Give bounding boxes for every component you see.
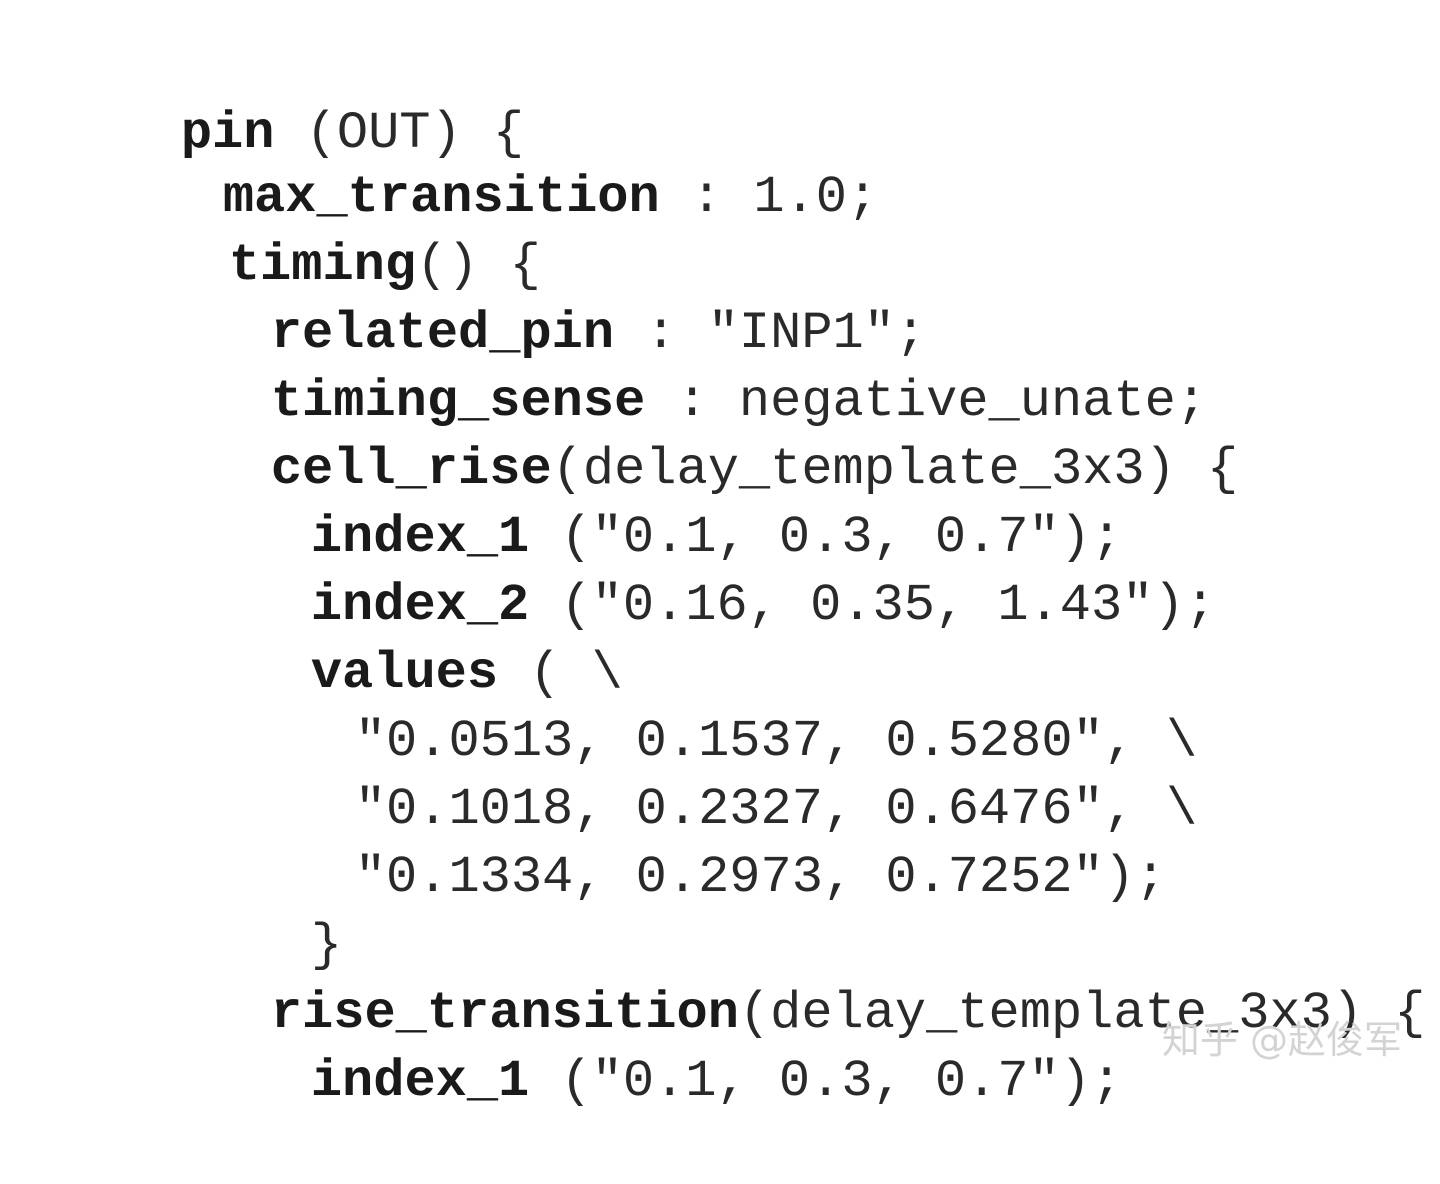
code-line-values: values ( \ xyxy=(186,572,623,703)
code-line-pin: pin (OUT) { xyxy=(56,32,524,163)
code-line-timing: timing() { xyxy=(104,164,541,295)
code-line-rise-transition: rise_transition(delay_template_3x3) { xyxy=(146,912,1426,1043)
code-line-close-brace: } xyxy=(186,844,342,975)
code-line-related-pin: related_pin : "INP1"; xyxy=(146,232,926,363)
code-line-values-row-3: "0.1334, 0.2973, 0.7252"); xyxy=(230,776,1166,907)
code-text: "0.1334, 0.2973, 0.7252"); xyxy=(354,848,1167,907)
code-line-timing-sense: timing_sense : negative_unate; xyxy=(146,300,1207,431)
code-line-values-row-2: "0.1018, 0.2327, 0.6476", \ xyxy=(230,708,1198,839)
code-line-index-2: index_2 ("0.16, 0.35, 1.43"); xyxy=(186,504,1216,635)
keyword: index_1 xyxy=(310,1052,530,1111)
code-line-index-1-second: index_1 ("0.1, 0.3, 0.7"); xyxy=(186,980,1122,1111)
code-line-max-transition: max_transition : 1.0; xyxy=(98,96,878,227)
code-text: ("0.1, 0.3, 0.7"); xyxy=(529,1052,1123,1111)
code-line-values-row-1: "0.0513, 0.1537, 0.5280", \ xyxy=(230,640,1198,771)
code-line-index-1: index_1 ("0.1, 0.3, 0.7"); xyxy=(186,436,1122,567)
code-text: ("0.16, 0.35, 1.43"); xyxy=(529,576,1216,635)
code-text: : 1.0; xyxy=(659,168,879,227)
code-line-cell-rise: cell_rise(delay_template_3x3) { xyxy=(146,368,1238,499)
code-listing: pin (OUT) { max_transition : 1.0; timing… xyxy=(0,0,1440,1111)
watermark: 知乎 @赵俊军 xyxy=(1161,1018,1402,1062)
